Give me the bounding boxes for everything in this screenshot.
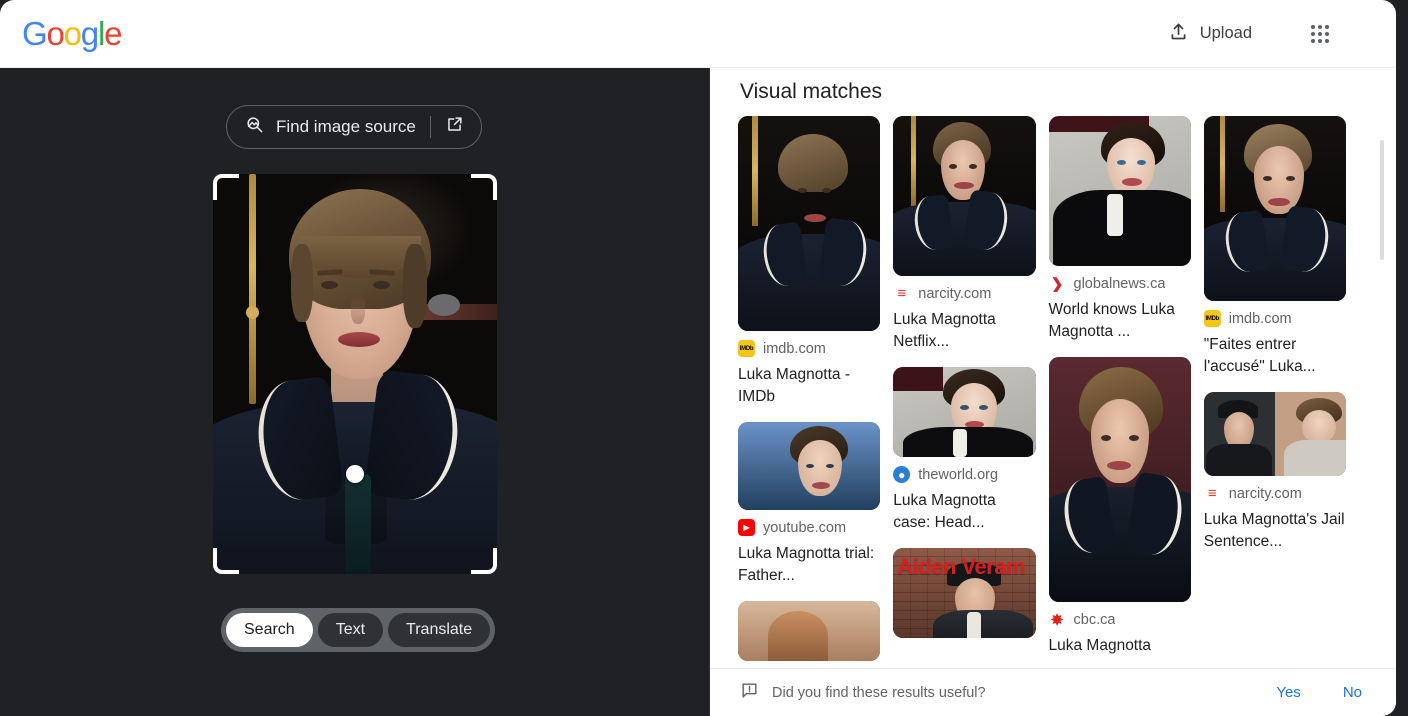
crop-corner-bottom-left[interactable] <box>213 548 239 574</box>
result-card[interactable]: ≡ narcity.com Luka Magnotta Netflix... <box>893 116 1036 353</box>
find-image-source-button[interactable]: Find image source <box>226 105 482 149</box>
youtube-favicon: ▶ <box>738 519 755 536</box>
result-source: ● theworld.org <box>893 466 1035 483</box>
result-title: Luka Magnotta <box>1048 637 1152 654</box>
result-source: IMDb imdb.com <box>1203 310 1346 327</box>
feedback-no-button[interactable]: No <box>1343 684 1362 701</box>
result-source-name: youtube.com <box>763 519 847 536</box>
thumbnail-overlay-text: Aiden Veram <box>897 554 1026 579</box>
crop-corner-bottom-right[interactable] <box>471 548 497 574</box>
result-card[interactable]: ▶ youtube.com Luka Magnotta trial: Fathe… <box>738 422 881 587</box>
result-card[interactable]: IMDb imdb.com Luka Magnotta - IMDb <box>738 116 881 408</box>
logo-letter: o <box>46 14 64 52</box>
find-image-source-label: Find image source <box>276 117 416 136</box>
apps-grid-icon <box>1311 24 1329 43</box>
image-preview-pane: Find image source Search Text Translate <box>0 68 710 716</box>
upload-button[interactable]: Upload <box>1156 13 1264 55</box>
result-thumbnail[interactable]: Aiden Veram <box>893 548 1036 638</box>
result-thumbnail[interactable] <box>1048 116 1191 266</box>
result-source: ≡ narcity.com <box>1203 485 1346 502</box>
result-title: Luka Magnotta's Jail Sentence... <box>1203 511 1345 550</box>
divider <box>429 116 431 138</box>
result-source-name: globalnews.ca <box>1073 275 1166 292</box>
result-thumbnail[interactable] <box>1203 392 1346 476</box>
cbc-favicon: ✸ <box>1048 611 1066 628</box>
result-card[interactable]: ≡ narcity.com Luka Magnotta's Jail Sente… <box>1203 392 1346 553</box>
feedback-bar: Did you find these results useful? Yes N… <box>710 668 1396 716</box>
narcity-favicon: ≡ <box>1203 485 1221 502</box>
crop-corner-top-right[interactable] <box>471 174 497 200</box>
result-title: Luka Magnotta case: Head... <box>893 492 996 531</box>
google-logo[interactable]: Google <box>22 14 122 53</box>
result-source-name: cbc.ca <box>1073 611 1116 628</box>
portrait-photo <box>213 174 497 574</box>
visual-matches-title: Visual matches <box>740 80 883 103</box>
logo-letter: o <box>63 14 82 52</box>
logo-letter: g <box>80 14 99 52</box>
result-card[interactable]: ✸ cbc.ca Luka Magnotta <box>1048 357 1191 657</box>
result-source-name: narcity.com <box>918 285 992 302</box>
narcity-favicon: ≡ <box>893 285 911 302</box>
visual-matches-pane: Visual matches IMDb imdb.com Luka Magnot… <box>710 68 1396 716</box>
result-title: "Faites entrer l'accusé" Luka... <box>1203 336 1316 375</box>
result-title: Luka Magnotta - IMDb <box>738 366 851 405</box>
result-title: World knows Luka Magnotta ... <box>1048 301 1175 340</box>
result-source: ❯ globalnews.ca <box>1048 275 1191 292</box>
selected-image-crop-area[interactable] <box>213 174 497 574</box>
visual-matches-grid: IMDb imdb.com Luka Magnotta - IMDb ▶ you… <box>738 116 1346 671</box>
mode-chip-translate[interactable]: Translate <box>388 613 491 647</box>
result-thumbnail[interactable] <box>893 116 1036 276</box>
globalnews-favicon: ❯ <box>1048 275 1066 292</box>
mode-chip-text[interactable]: Text <box>317 613 384 647</box>
result-card[interactable]: Aiden Veram <box>893 548 1036 638</box>
google-apps-button[interactable] <box>1300 14 1340 54</box>
result-thumbnail[interactable] <box>1048 357 1191 602</box>
result-title: Luka Magnotta trial: Father... <box>738 545 875 584</box>
top-bar: Google Upload <box>0 0 1396 68</box>
top-bar-actions: Upload <box>1156 13 1396 55</box>
result-card[interactable]: ● theworld.org Luka Magnotta case: Head.… <box>893 367 1036 534</box>
result-thumbnail[interactable] <box>738 422 881 510</box>
result-source-name: imdb.com <box>1228 310 1292 327</box>
result-thumbnail[interactable] <box>738 601 881 661</box>
result-source: ≡ narcity.com <box>893 285 1035 302</box>
feedback-yes-button[interactable]: Yes <box>1276 684 1300 701</box>
feedback-question: Did you find these results useful? <box>772 684 986 701</box>
feedback-icon <box>740 681 759 705</box>
mode-chip-search[interactable]: Search <box>226 613 313 647</box>
open-in-new-icon[interactable] <box>445 115 464 139</box>
lens-result-page: Google Upload Find image source Search T… <box>0 0 1408 716</box>
result-thumbnail[interactable] <box>1203 116 1346 301</box>
result-source: ✸ cbc.ca <box>1048 611 1191 628</box>
selected-image <box>213 174 497 574</box>
results-scrollbar-track[interactable] <box>1380 140 1384 716</box>
result-source: ▶ youtube.com <box>738 519 880 536</box>
upload-icon <box>1168 21 1189 47</box>
theworld-favicon: ● <box>893 466 911 483</box>
result-card[interactable]: ❯ globalnews.ca World knows Luka Magnott… <box>1048 116 1191 343</box>
result-card[interactable]: IMDb imdb.com "Faites entrer l'accusé" L… <box>1203 116 1346 378</box>
result-thumbnail[interactable] <box>893 367 1036 457</box>
crop-corner-top-left[interactable] <box>213 174 239 200</box>
result-source: IMDb imdb.com <box>738 340 880 357</box>
result-card[interactable] <box>738 601 881 661</box>
upload-label: Upload <box>1199 24 1252 42</box>
result-source-name: theworld.org <box>918 466 999 483</box>
result-source-name: imdb.com <box>763 340 826 357</box>
feedback-actions: Yes No <box>1276 684 1374 701</box>
imdb-favicon: IMDb <box>738 340 755 357</box>
search-mode-switcher: Search Text Translate <box>221 608 496 652</box>
crop-handle-dot[interactable] <box>346 465 364 483</box>
imdb-favicon: IMDb <box>1203 310 1221 327</box>
image-search-icon <box>245 115 264 139</box>
logo-letter: e <box>104 14 122 52</box>
logo-letter: G <box>22 14 48 52</box>
result-title: Luka Magnotta Netflix... <box>893 311 996 350</box>
result-source-name: narcity.com <box>1228 485 1302 502</box>
results-scrollbar-thumb[interactable] <box>1380 140 1384 260</box>
result-thumbnail[interactable] <box>738 116 881 331</box>
